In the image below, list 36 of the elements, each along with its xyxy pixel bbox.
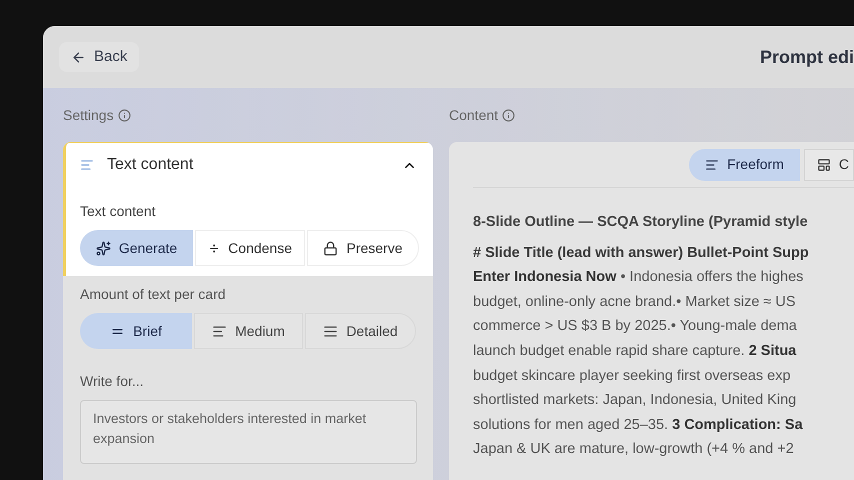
info-icon bbox=[118, 108, 131, 122]
cards-icon bbox=[816, 158, 831, 172]
field-label: Text content bbox=[80, 202, 156, 221]
segment-option[interactable]: Medium bbox=[194, 313, 303, 349]
segment-option[interactable]: Generate bbox=[80, 230, 193, 266]
back-button[interactable]: Back bbox=[59, 42, 140, 72]
outline-heading: 8-Slide Outline — SCQA Storyline (Pyramid style bbox=[473, 213, 809, 232]
option-icon bbox=[323, 324, 338, 338]
settings-label: Settings bbox=[63, 106, 114, 125]
option-icon bbox=[96, 240, 111, 256]
segment-option[interactable]: Detailed bbox=[305, 313, 416, 349]
field-label: Amount of text per card bbox=[80, 285, 227, 304]
view-tab[interactable]: Freeform bbox=[689, 148, 800, 180]
outline-line: # Slide Title (lead with answer) Bullet-Point Supp bbox=[473, 244, 810, 263]
segment-option[interactable]: Condense bbox=[195, 230, 305, 266]
page-title: Prompt edi bbox=[760, 46, 854, 69]
lines-icon bbox=[705, 158, 720, 172]
segment-option[interactable]: Brief bbox=[80, 313, 192, 349]
outline-line: Japan & UK are mature, low-growth (+4 % and +2 bbox=[473, 440, 795, 460]
content-label: Content bbox=[449, 106, 498, 124]
write-for-field[interactable]: Investors or stakeholders interested in market expansion bbox=[80, 400, 417, 464]
outline-line: budget, online-only acne brand.• Market size ≈ US bbox=[473, 292, 797, 312]
outline-line: shortlisted markets: Japan, Indonesia, United King bbox=[473, 391, 798, 410]
view-tab[interactable]: C bbox=[804, 148, 854, 180]
option-icon bbox=[323, 240, 338, 256]
lines-icon bbox=[80, 158, 94, 172]
card-title: Text content bbox=[107, 155, 194, 175]
outline-line: budget skincare player seeking first overseas exp bbox=[473, 366, 792, 386]
outline-line: Enter Indonesia Now • Indonesia offers the highes bbox=[473, 268, 804, 288]
outline-line: solutions for men aged 25–35. 3 Complication: Sa bbox=[473, 416, 804, 435]
outline-line: commerce > US $3 B by 2025.• Young-male dema bbox=[473, 317, 798, 336]
segment-option[interactable]: Preserve bbox=[307, 230, 419, 266]
field-label: Write for... bbox=[80, 372, 145, 391]
outline-line: launch budget enable rapid share capture. 2 Situa bbox=[473, 342, 798, 361]
info-icon bbox=[502, 108, 516, 122]
option-icon bbox=[212, 324, 228, 338]
